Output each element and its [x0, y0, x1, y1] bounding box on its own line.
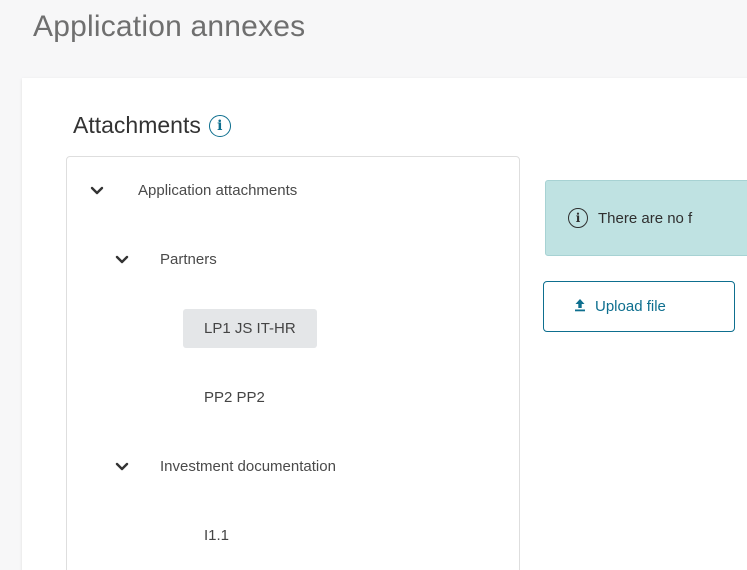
upload-icon — [574, 298, 586, 316]
tree-leaf-pp2[interactable]: PP2 PP2 — [183, 378, 286, 417]
tree-node-investment-documentation[interactable]: Investment documentation — [114, 458, 336, 475]
upload-file-button[interactable]: Upload file — [543, 281, 735, 332]
tree-node-label: Application attachments — [138, 182, 298, 199]
tree-node-label: Investment documentation — [160, 458, 336, 475]
attachments-title: Attachments — [73, 112, 201, 138]
chevron-down-icon[interactable] — [114, 459, 130, 475]
no-files-alert: i There are no f — [545, 180, 747, 256]
page-title: Application annexes — [33, 10, 306, 43]
attachments-heading: Attachments i — [73, 112, 231, 139]
attachments-tree — [66, 156, 520, 570]
tree-node-application-attachments[interactable]: Application attachments — [89, 182, 297, 199]
tree-node-label: Partners — [160, 251, 217, 268]
info-circle-icon: i — [568, 208, 588, 228]
info-circle-icon[interactable]: i — [208, 114, 231, 137]
tree-leaf-i1-1[interactable]: I1.1 — [183, 516, 250, 555]
alert-text: There are no f — [598, 209, 693, 227]
tree-leaf-lp1[interactable]: LP1 JS IT-HR — [183, 309, 317, 348]
page: Application annexes Attachments i Applic… — [0, 0, 747, 570]
chevron-down-icon[interactable] — [89, 183, 105, 199]
chevron-down-icon[interactable] — [114, 252, 130, 268]
upload-file-label: Upload file — [595, 298, 666, 315]
tree-node-partners[interactable]: Partners — [114, 251, 217, 268]
